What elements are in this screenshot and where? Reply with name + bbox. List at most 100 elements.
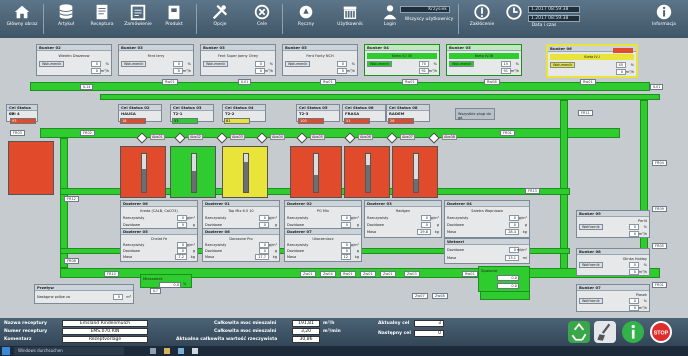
pipe-tag[interactable]: FR04: [652, 160, 667, 166]
options-button[interactable]: Opcje: [200, 2, 240, 36]
valve-tag[interactable]: Zw03: [404, 271, 420, 277]
pipe-tag[interactable]: IL14: [80, 84, 94, 90]
pipe-tag[interactable]: FR08: [64, 258, 79, 264]
bunker-panel-active[interactable]: Bunker 05 Kieta IV-IB Wolumenik 15% 91 m³/…: [446, 44, 522, 76]
clean-button[interactable]: [594, 321, 616, 343]
pipe-tag[interactable]: FR09: [652, 206, 667, 212]
tank-hausa[interactable]: [120, 146, 166, 198]
user-button[interactable]: Użytkownik: [330, 2, 370, 36]
mode-button[interactable]: Wolumenik: [203, 61, 229, 67]
bunker-flow: 91: [500, 68, 511, 74]
tank-t2-1[interactable]: [170, 146, 216, 198]
doser-row: Masa 28.4 kg: [447, 229, 527, 235]
valve-tag[interactable]: Zw01: [380, 271, 396, 277]
pipe-tag[interactable]: IL?: [150, 288, 161, 294]
pipe-tag[interactable]: FR01: [500, 130, 515, 136]
row-unit: %: [643, 225, 647, 229]
doser-panel[interactable]: Dozierer 06 Dorozone Pro Rzeczywisty 0 g/m…: [202, 228, 280, 262]
mode-button[interactable]: Wolumenik: [285, 61, 311, 67]
article-button[interactable]: Artykuł: [46, 2, 86, 36]
valve-tag[interactable]: Zw07: [412, 293, 428, 299]
start-button[interactable]: [622, 321, 644, 343]
doser-panel[interactable]: Dozierer 07 Ukorzeniacz Rzeczywisty 0 g/m²…: [284, 228, 362, 262]
tank-t2-2[interactable]: [222, 146, 268, 198]
datetime-button[interactable]: [502, 2, 526, 36]
wetting-row: Dozidowe 0 ml/m²: [447, 247, 527, 253]
bunker-panel[interactable]: Bunker 05 Fent Fonty NCH Wolumenik 0% 0 m³…: [282, 44, 358, 76]
bunker-panel-right[interactable]: Bunker 07 Piasek Wolframik 0% 0 m³/h: [576, 284, 650, 312]
mode-button[interactable]: Wolumenik: [367, 61, 393, 67]
tank-frasa[interactable]: [344, 146, 390, 198]
bunker-header: Bunker 05: [283, 45, 357, 51]
valve-tag[interactable]: Rw01: [340, 271, 356, 277]
recipe-button[interactable]: Receptura: [82, 2, 122, 36]
windows-start-icon[interactable]: [2, 347, 10, 355]
wetting-panel[interactable]: Wetnerl Dozidowe 0 ml/m² Masa 13.1 ml: [444, 238, 530, 264]
tank-radem[interactable]: [392, 146, 438, 198]
bunker-panel[interactable]: Bunker 03 Fent Ierry Wolumenik 0% 0 m³/h: [118, 44, 194, 76]
tank-t2-3[interactable]: [290, 146, 342, 198]
all-plugs-button[interactable]: Wszystkie plugi do gó: [455, 108, 495, 120]
valve-tag[interactable]: Zw08: [432, 293, 448, 299]
pipe-tag[interactable]: FR11: [578, 110, 593, 116]
pipe-tag[interactable]: Rw08: [484, 79, 500, 85]
bunker-header: Bunker 07: [577, 285, 649, 291]
bunker-panel-active[interactable]: Bunker 04 Kieta ICI 30 Wolumenik 70% 91 m³…: [364, 44, 440, 76]
mode-button[interactable]: Wolframik: [579, 262, 603, 268]
bunker-panel-right[interactable]: Bunker 09 Perlit Wolframik 0% 0 m³/h: [576, 210, 650, 238]
valve-tag[interactable]: Rw01: [462, 271, 478, 277]
mode-button[interactable]: Wolumenik: [449, 61, 475, 67]
bunker-panel[interactable]: Bunker 03 Fent Super Joeny Olrey Wolumen…: [200, 44, 276, 76]
targets-button[interactable]: Cele: [242, 2, 282, 36]
row-value: 28.4: [505, 229, 519, 235]
mode-button[interactable]: Wolumenik: [121, 61, 147, 67]
taskbar-search[interactable]: Windows durchsuchen: [14, 347, 124, 355]
pipe-tag[interactable]: Rw01: [402, 79, 418, 85]
product-button[interactable]: Produkt: [154, 2, 194, 36]
mode-button[interactable]: Wolumenik: [39, 61, 65, 67]
bunker-panel-warning[interactable]: Bunker 06 Kieta IV-I Wolumenik 45% 0 m³/h: [546, 44, 638, 78]
pipe-tag[interactable]: Rw01: [580, 79, 596, 85]
pipe-tag[interactable]: FR02: [80, 130, 95, 136]
row-unit: kg: [522, 230, 527, 234]
fault-button[interactable]: Zakłócenie: [462, 2, 502, 36]
pipe-tag[interactable]: FR01: [652, 282, 667, 288]
bunker-panel-right[interactable]: Bunker 08 Glinka Holday Wolframik 0% 0 m³/…: [576, 248, 650, 276]
order-button[interactable]: Zamówienie: [118, 2, 158, 36]
combustion-panel[interactable]: Spalanie 0.0 0.0: [478, 266, 530, 292]
valve-tag[interactable]: Zw01: [360, 271, 376, 277]
pipe-tag[interactable]: IL01: [650, 84, 664, 90]
pipe-tag[interactable]: FR03: [10, 130, 25, 136]
pipe-tag[interactable]: FR12: [64, 196, 79, 202]
info-label: Informacja: [652, 22, 676, 27]
doser-panel[interactable]: Dozierer 05 Chelat Fe Rzeczywisty 0 g/m² D…: [120, 228, 198, 262]
mode-button[interactable]: Wolumenik: [550, 62, 576, 68]
mode-button[interactable]: Wolframik: [579, 224, 603, 230]
recycle-button[interactable]: [568, 321, 590, 343]
mode-button[interactable]: Wolframik: [579, 298, 603, 304]
info-button[interactable]: Informacja: [644, 2, 684, 36]
folder-icon[interactable]: [164, 348, 170, 354]
doser-panel[interactable]: Dozierer 03 Radigen Rzeczywisty 0 g/m² Doz…: [364, 200, 442, 238]
stop-button[interactable]: STOP: [650, 321, 672, 343]
manual-button[interactable]: Ręczny: [286, 2, 326, 36]
bunker-panel[interactable]: Bunker 02 Wieletn Drozerow Wolumenik 0% 0…: [36, 44, 112, 76]
pipe-tag[interactable]: Rw01: [162, 79, 178, 85]
mixer-panel[interactable]: Mieszalnik 0.0 %: [140, 274, 192, 288]
doser-panel[interactable]: Dozierer 04 Saletra Wapniowa Rzeczywisty…: [444, 200, 530, 238]
valve-tag[interactable]: Zw04: [320, 271, 336, 277]
pipe-tag[interactable]: Rw01: [320, 79, 336, 85]
app-icon[interactable]: [178, 348, 184, 354]
all-users-button[interactable]: Wszyscy użytkownicy: [404, 16, 454, 34]
row-label: Masa: [447, 256, 457, 260]
tank-4[interactable]: [8, 141, 54, 195]
taskview-icon[interactable]: [150, 348, 156, 354]
pipe-tag[interactable]: FR05: [652, 243, 667, 249]
flow-panel[interactable]: Przeływ Nastąpne próbe za 0 m³: [34, 284, 134, 304]
valve-tag[interactable]: Zw01: [300, 271, 316, 277]
pipe-tag[interactable]: FR13: [525, 188, 540, 194]
pipe-tag[interactable]: IL01: [238, 79, 252, 85]
pipe-tag[interactable]: FR10: [104, 271, 119, 277]
app-icon[interactable]: [192, 348, 198, 354]
home-button[interactable]: Główny obraz: [2, 2, 42, 36]
